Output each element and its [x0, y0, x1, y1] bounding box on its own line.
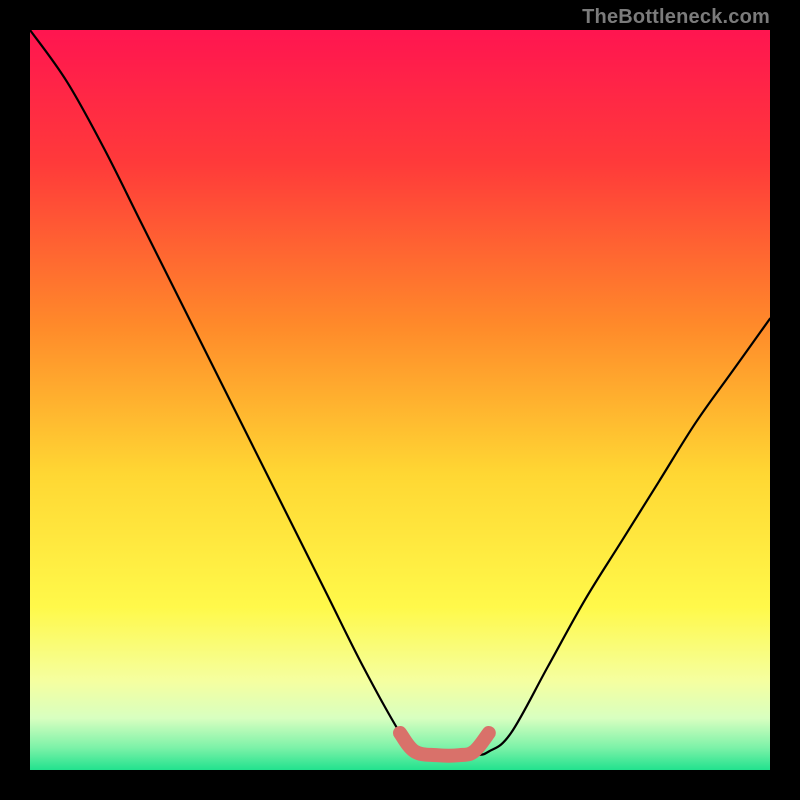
plot-area [30, 30, 770, 770]
chart-frame: TheBottleneck.com [0, 0, 800, 800]
attribution-text: TheBottleneck.com [582, 6, 770, 29]
bottleneck-chart [30, 30, 770, 770]
gradient-background [30, 30, 770, 770]
